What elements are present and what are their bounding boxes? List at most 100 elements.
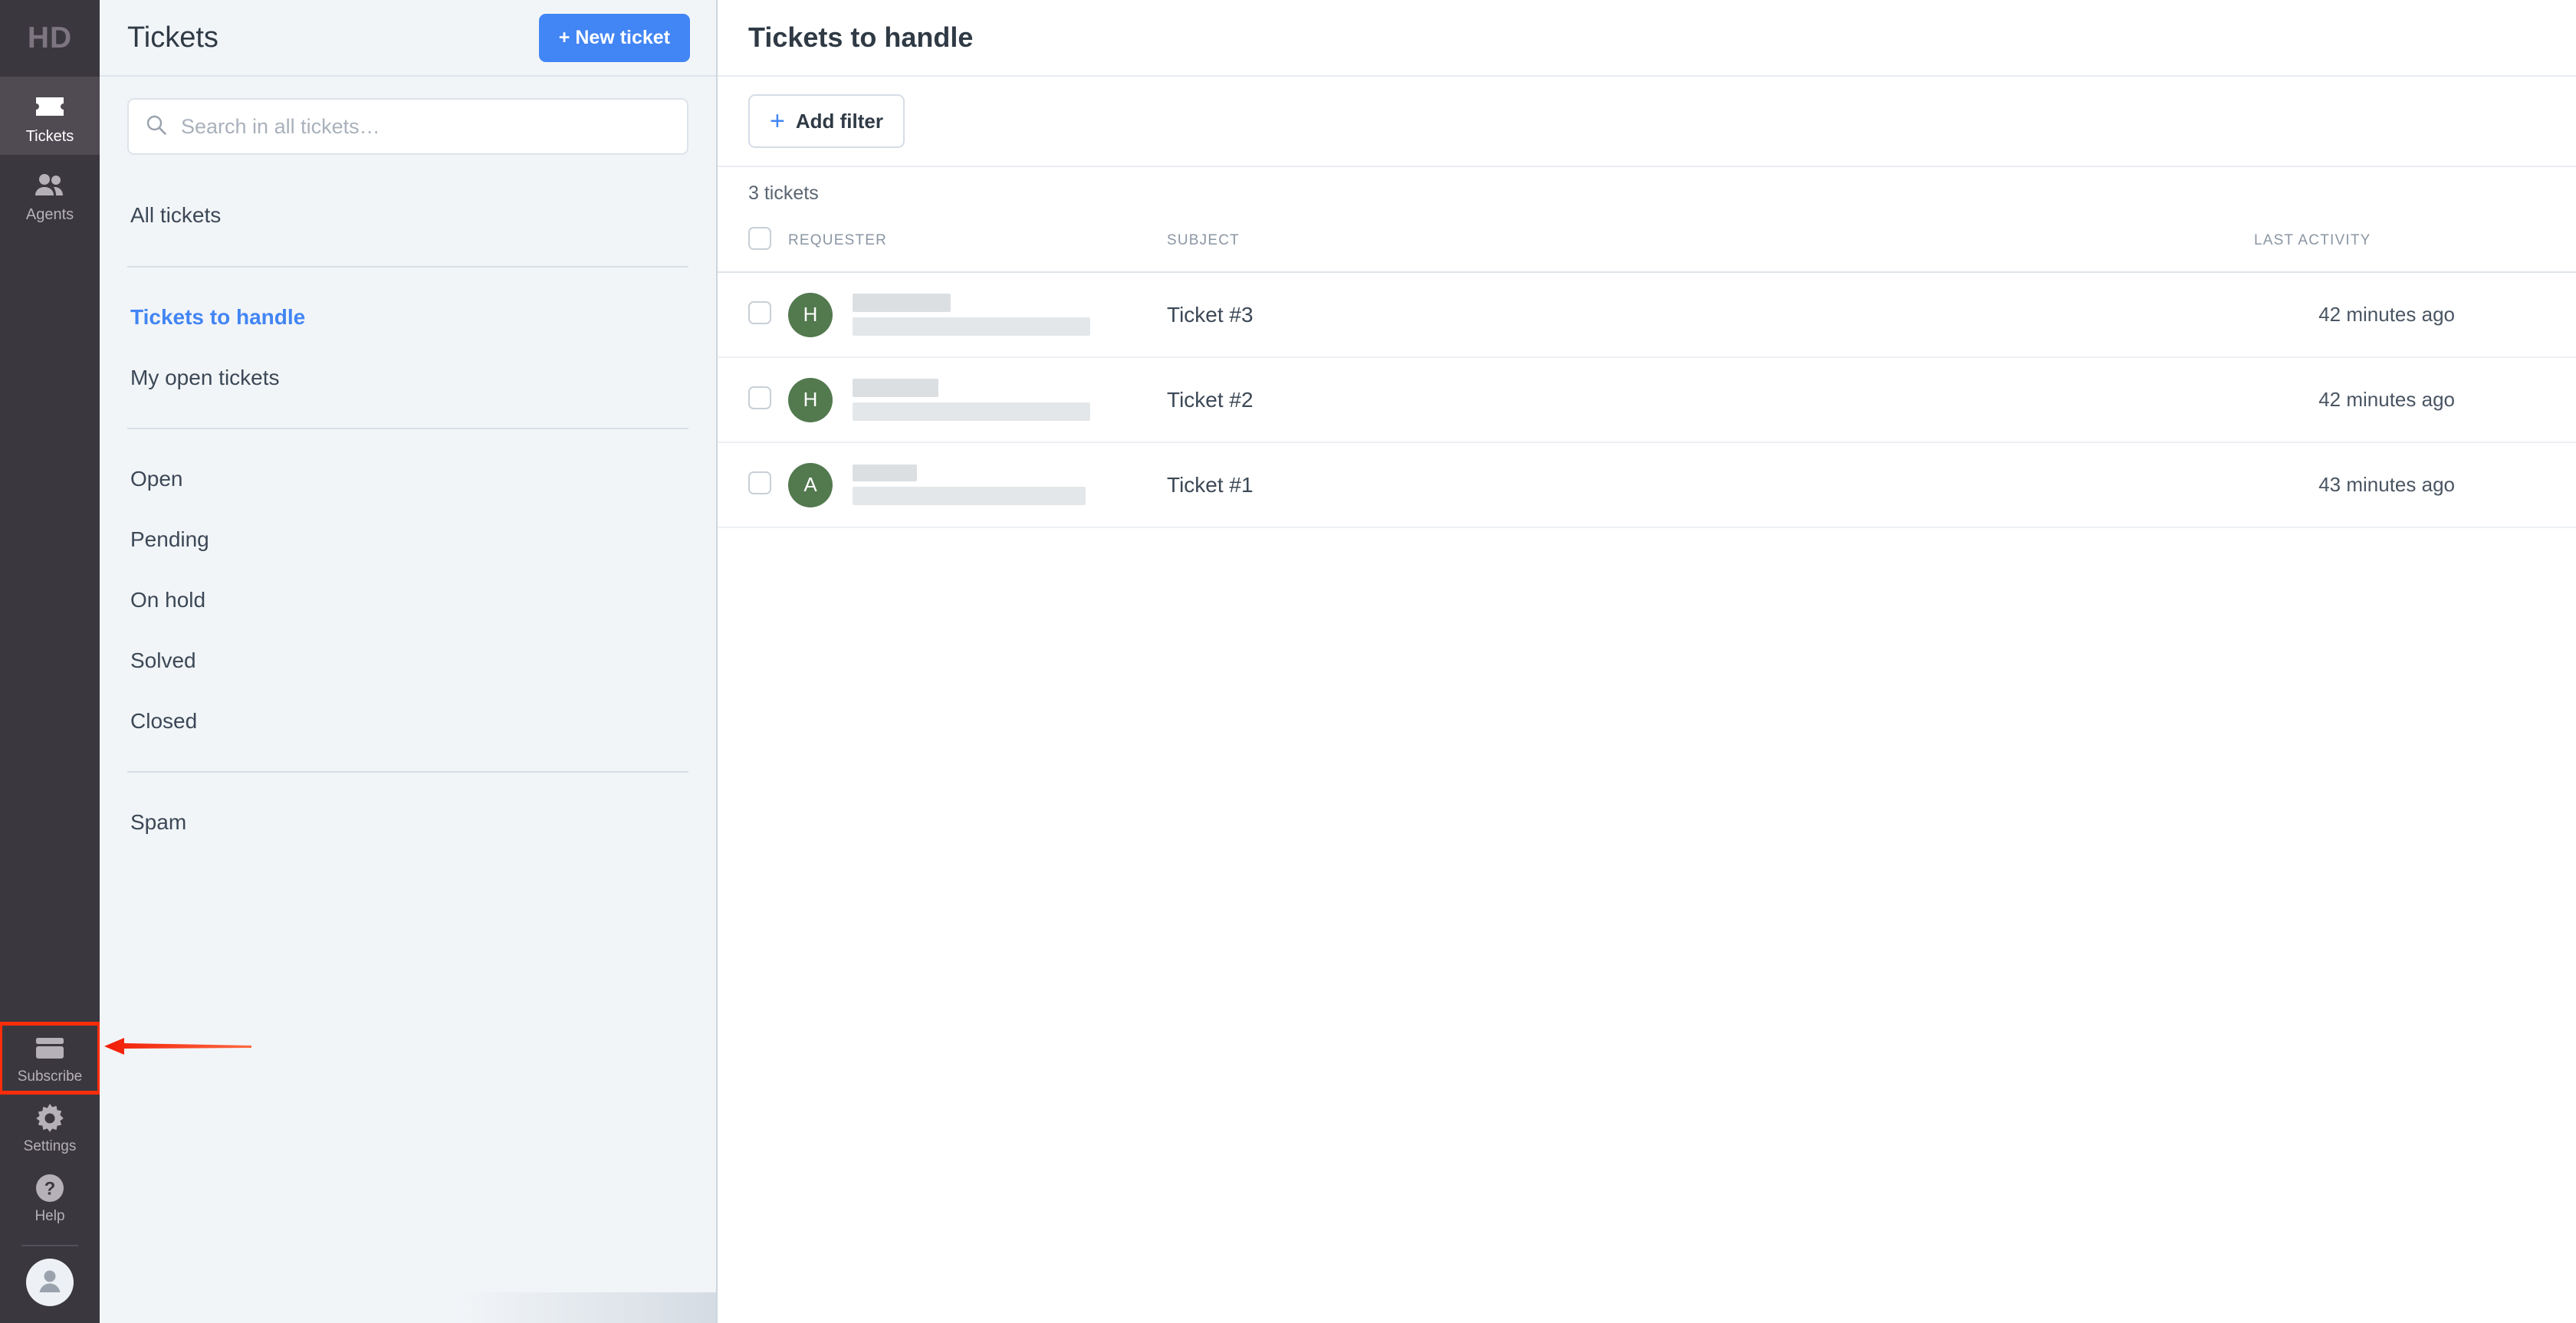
- subject-cell[interactable]: Ticket #2: [1125, 357, 2254, 443]
- nav-item-tickets-to-handle[interactable]: Tickets to handle: [127, 287, 688, 348]
- row-select-cell: [718, 442, 788, 528]
- select-all-checkbox[interactable]: [748, 227, 771, 250]
- column-header-requester: REQUESTER: [788, 219, 1125, 273]
- nav-group-spam: Spam: [127, 782, 688, 864]
- redacted-email: [853, 402, 1090, 421]
- user-avatar-icon: [35, 1266, 64, 1299]
- add-filter-button[interactable]: + Add filter: [748, 94, 905, 148]
- new-ticket-button[interactable]: + New ticket: [538, 13, 690, 62]
- gear-icon: [33, 1104, 67, 1133]
- rail-item-label: Agents: [25, 206, 74, 223]
- select-all-header: [718, 219, 788, 273]
- app-root: HD Tickets Agents Subscribe Settings ? H…: [0, 0, 2576, 1323]
- redacted-email: [853, 487, 1086, 505]
- rail-item-tickets[interactable]: Tickets: [0, 77, 100, 155]
- row-select-cell: [718, 357, 788, 443]
- nav-group-all: All tickets: [127, 175, 688, 257]
- avatar: H: [788, 377, 833, 422]
- nav-item-pending[interactable]: Pending: [127, 510, 688, 570]
- tickets-table: REQUESTER SUBJECT LAST ACTIVITY H Ticket…: [718, 219, 2576, 528]
- tickets-table-head: REQUESTER SUBJECT LAST ACTIVITY: [718, 219, 2576, 273]
- nav-item-solved[interactable]: Solved: [127, 631, 688, 691]
- tickets-table-body: H Ticket #3 42 minutes ago H Ticket #2 4…: [718, 272, 2576, 528]
- search-input[interactable]: [181, 114, 670, 139]
- table-row[interactable]: A Ticket #1 43 minutes ago: [718, 442, 2576, 528]
- rail-divider: [21, 1245, 78, 1246]
- rail-bottom-group: Subscribe Settings ? Help: [0, 1022, 101, 1323]
- panel-header: Tickets + New ticket: [100, 0, 716, 77]
- nav-item-open[interactable]: Open: [127, 449, 688, 510]
- last-activity-value: 43 minutes ago: [2318, 473, 2455, 496]
- nav-group-statuses: Open Pending On hold Solved Closed: [127, 438, 688, 762]
- plus-icon: +: [770, 107, 785, 136]
- redacted-name: [853, 294, 951, 312]
- ticket-subject: Ticket #2: [1167, 387, 1254, 412]
- table-row[interactable]: H Ticket #2 42 minutes ago: [718, 357, 2576, 443]
- requester-redacted: [853, 294, 1090, 336]
- row-checkbox[interactable]: [748, 386, 771, 409]
- nav-item-my-open-tickets[interactable]: My open tickets: [127, 348, 688, 409]
- nav-group-views: Tickets to handle My open tickets: [127, 277, 688, 419]
- nav-separator: [127, 265, 688, 268]
- search-icon: [146, 114, 167, 140]
- question-circle-icon: ?: [33, 1174, 67, 1203]
- row-checkbox[interactable]: [748, 301, 771, 324]
- row-select-cell: [718, 272, 788, 358]
- search-container: [100, 77, 716, 155]
- subject-cell[interactable]: Ticket #3: [1125, 272, 2254, 358]
- ticket-subject: Ticket #1: [1167, 472, 1254, 497]
- app-logo: HD: [27, 21, 73, 54]
- page-title: Tickets: [127, 21, 219, 54]
- main-view-title: Tickets to handle: [748, 21, 974, 53]
- requester-cell: A: [788, 442, 1125, 528]
- requester-cell: H: [788, 272, 1125, 358]
- last-activity-cell: 43 minutes ago: [2254, 442, 2576, 528]
- nav-item-closed[interactable]: Closed: [127, 691, 688, 752]
- panel-scrollbar[interactable]: [455, 1292, 716, 1323]
- avatar: A: [788, 462, 833, 507]
- main-content: Tickets to handle + Add filter 3 tickets…: [718, 0, 2576, 1323]
- last-activity-cell: 42 minutes ago: [2254, 357, 2576, 443]
- redacted-name: [853, 379, 938, 397]
- ticket-subject: Ticket #3: [1167, 302, 1254, 327]
- row-checkbox[interactable]: [748, 471, 771, 494]
- ticket-count: 3 tickets: [748, 182, 819, 204]
- credit-card-icon: [33, 1034, 67, 1063]
- last-activity-cell: 42 minutes ago: [2254, 272, 2576, 358]
- table-header-row: REQUESTER SUBJECT LAST ACTIVITY: [718, 219, 2576, 273]
- rail-item-agents[interactable]: Agents: [0, 155, 100, 233]
- last-activity-value: 42 minutes ago: [2318, 303, 2455, 326]
- add-filter-label: Add filter: [795, 109, 883, 133]
- tickets-sidebar-panel: Tickets + New ticket All tickets Ticket: [100, 0, 718, 1323]
- rail-item-label: Tickets: [25, 128, 74, 145]
- ticket-views-nav: All tickets Tickets to handle My open ti…: [100, 175, 716, 864]
- requester-redacted: [853, 379, 1090, 421]
- nav-item-on-hold[interactable]: On hold: [127, 570, 688, 631]
- avatar: H: [788, 292, 833, 337]
- column-header-last-activity: LAST ACTIVITY: [2254, 219, 2576, 273]
- search-box[interactable]: [127, 98, 688, 155]
- requester-cell: H: [788, 357, 1125, 443]
- nav-separator: [127, 428, 688, 430]
- rail-item-help[interactable]: ? Help: [0, 1163, 100, 1233]
- nav-separator: [127, 771, 688, 773]
- requester-redacted: [853, 465, 1086, 505]
- table-row[interactable]: H Ticket #3 42 minutes ago: [718, 272, 2576, 358]
- redacted-email: [853, 317, 1090, 336]
- agents-icon: [33, 170, 67, 199]
- rail-item-settings[interactable]: Settings: [0, 1093, 100, 1163]
- user-avatar-button[interactable]: [26, 1259, 74, 1306]
- main-header: Tickets to handle: [718, 0, 2576, 77]
- svg-text:?: ?: [44, 1179, 56, 1200]
- nav-item-all-tickets[interactable]: All tickets: [127, 185, 688, 246]
- primary-icon-rail: HD Tickets Agents Subscribe Settings ? H…: [0, 0, 101, 1323]
- filter-bar: + Add filter: [718, 77, 2576, 167]
- column-header-subject: SUBJECT: [1125, 219, 2254, 273]
- rail-item-label: Subscribe: [17, 1069, 83, 1085]
- rail-item-subscribe[interactable]: Subscribe: [0, 1022, 101, 1095]
- nav-item-spam[interactable]: Spam: [127, 793, 688, 853]
- subject-cell[interactable]: Ticket #1: [1125, 442, 2254, 528]
- redacted-name: [853, 465, 917, 481]
- ticket-icon: [33, 92, 67, 121]
- rail-item-label: Settings: [23, 1138, 77, 1154]
